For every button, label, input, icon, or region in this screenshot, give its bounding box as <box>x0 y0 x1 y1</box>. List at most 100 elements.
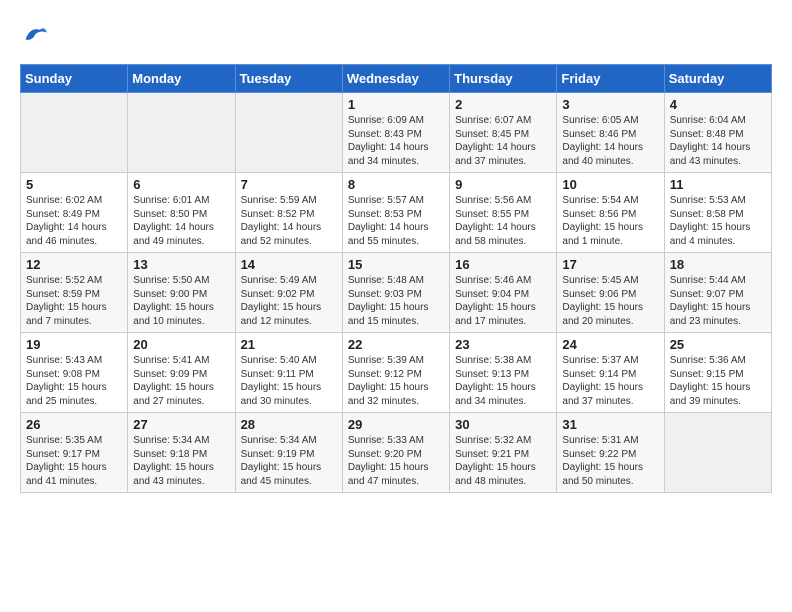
day-number: 28 <box>241 417 337 432</box>
cell-content: Sunrise: 5:37 AMSunset: 9:14 PMDaylight:… <box>562 354 658 408</box>
calendar-cell: 31 Sunrise: 5:31 AMSunset: 9:22 PMDayligh… <box>557 413 664 493</box>
day-number: 5 <box>26 177 122 192</box>
day-number: 23 <box>455 337 551 352</box>
cell-content: Sunrise: 5:53 AMSunset: 8:58 PMDaylight:… <box>670 194 766 248</box>
calendar-cell: 12 Sunrise: 5:52 AMSunset: 8:59 PMDayligh… <box>21 253 128 333</box>
calendar-cell: 25 Sunrise: 5:36 AMSunset: 9:15 PMDayligh… <box>664 333 771 413</box>
cell-content: Sunrise: 5:36 AMSunset: 9:15 PMDaylight:… <box>670 354 766 408</box>
day-number: 6 <box>133 177 229 192</box>
calendar-cell: 13 Sunrise: 5:50 AMSunset: 9:00 PMDayligh… <box>128 253 235 333</box>
calendar-week-row: 5 Sunrise: 6:02 AMSunset: 8:49 PMDaylight… <box>21 173 772 253</box>
cell-content: Sunrise: 5:32 AMSunset: 9:21 PMDaylight:… <box>455 434 551 488</box>
weekday-header: Tuesday <box>235 65 342 93</box>
cell-content: Sunrise: 6:09 AMSunset: 8:43 PMDaylight:… <box>348 114 444 168</box>
cell-content: Sunrise: 5:35 AMSunset: 9:17 PMDaylight:… <box>26 434 122 488</box>
page-header <box>20 20 772 48</box>
cell-content: Sunrise: 5:33 AMSunset: 9:20 PMDaylight:… <box>348 434 444 488</box>
cell-content: Sunrise: 5:34 AMSunset: 9:19 PMDaylight:… <box>241 434 337 488</box>
logo-bird-icon <box>20 20 48 48</box>
calendar-cell: 16 Sunrise: 5:46 AMSunset: 9:04 PMDayligh… <box>450 253 557 333</box>
day-number: 20 <box>133 337 229 352</box>
calendar-cell: 7 Sunrise: 5:59 AMSunset: 8:52 PMDaylight… <box>235 173 342 253</box>
calendar-cell: 26 Sunrise: 5:35 AMSunset: 9:17 PMDayligh… <box>21 413 128 493</box>
cell-content: Sunrise: 5:41 AMSunset: 9:09 PMDaylight:… <box>133 354 229 408</box>
calendar-cell: 29 Sunrise: 5:33 AMSunset: 9:20 PMDayligh… <box>342 413 449 493</box>
calendar-cell: 5 Sunrise: 6:02 AMSunset: 8:49 PMDaylight… <box>21 173 128 253</box>
calendar-cell: 3 Sunrise: 6:05 AMSunset: 8:46 PMDaylight… <box>557 93 664 173</box>
cell-content: Sunrise: 5:49 AMSunset: 9:02 PMDaylight:… <box>241 274 337 328</box>
calendar-cell: 2 Sunrise: 6:07 AMSunset: 8:45 PMDaylight… <box>450 93 557 173</box>
cell-content: Sunrise: 5:50 AMSunset: 9:00 PMDaylight:… <box>133 274 229 328</box>
cell-content: Sunrise: 5:46 AMSunset: 9:04 PMDaylight:… <box>455 274 551 328</box>
cell-content: Sunrise: 5:48 AMSunset: 9:03 PMDaylight:… <box>348 274 444 328</box>
cell-content: Sunrise: 6:04 AMSunset: 8:48 PMDaylight:… <box>670 114 766 168</box>
calendar-table: SundayMondayTuesdayWednesdayThursdayFrid… <box>20 64 772 493</box>
day-number: 25 <box>670 337 766 352</box>
cell-content: Sunrise: 6:02 AMSunset: 8:49 PMDaylight:… <box>26 194 122 248</box>
calendar-week-row: 19 Sunrise: 5:43 AMSunset: 9:08 PMDayligh… <box>21 333 772 413</box>
cell-content: Sunrise: 5:52 AMSunset: 8:59 PMDaylight:… <box>26 274 122 328</box>
cell-content: Sunrise: 5:59 AMSunset: 8:52 PMDaylight:… <box>241 194 337 248</box>
calendar-week-row: 12 Sunrise: 5:52 AMSunset: 8:59 PMDayligh… <box>21 253 772 333</box>
calendar-cell: 17Sunrise: 5:45 AMSunset: 9:06 PMDayligh… <box>557 253 664 333</box>
calendar-cell <box>128 93 235 173</box>
calendar-cell: 18Sunrise: 5:44 AMSunset: 9:07 PMDayligh… <box>664 253 771 333</box>
day-number: 18 <box>670 257 766 272</box>
cell-content: Sunrise: 5:57 AMSunset: 8:53 PMDaylight:… <box>348 194 444 248</box>
calendar-cell: 9Sunrise: 5:56 AMSunset: 8:55 PMDaylight… <box>450 173 557 253</box>
cell-content: Sunrise: 5:43 AMSunset: 9:08 PMDaylight:… <box>26 354 122 408</box>
day-number: 1 <box>348 97 444 112</box>
day-number: 3 <box>562 97 658 112</box>
weekday-header-row: SundayMondayTuesdayWednesdayThursdayFrid… <box>21 65 772 93</box>
cell-content: Sunrise: 5:40 AMSunset: 9:11 PMDaylight:… <box>241 354 337 408</box>
day-number: 21 <box>241 337 337 352</box>
day-number: 12 <box>26 257 122 272</box>
day-number: 13 <box>133 257 229 272</box>
weekday-header: Sunday <box>21 65 128 93</box>
calendar-cell: 15Sunrise: 5:48 AMSunset: 9:03 PMDayligh… <box>342 253 449 333</box>
calendar-week-row: 1 Sunrise: 6:09 AMSunset: 8:43 PMDaylight… <box>21 93 772 173</box>
day-number: 19 <box>26 337 122 352</box>
day-number: 22 <box>348 337 444 352</box>
calendar-cell: 6Sunrise: 6:01 AMSunset: 8:50 PMDaylight… <box>128 173 235 253</box>
weekday-header: Saturday <box>664 65 771 93</box>
calendar-cell: 24 Sunrise: 5:37 AMSunset: 9:14 PMDayligh… <box>557 333 664 413</box>
day-number: 8 <box>348 177 444 192</box>
cell-content: Sunrise: 5:34 AMSunset: 9:18 PMDaylight:… <box>133 434 229 488</box>
cell-content: Sunrise: 5:38 AMSunset: 9:13 PMDaylight:… <box>455 354 551 408</box>
cell-content: Sunrise: 5:39 AMSunset: 9:12 PMDaylight:… <box>348 354 444 408</box>
cell-content: Sunrise: 6:05 AMSunset: 8:46 PMDaylight:… <box>562 114 658 168</box>
day-number: 2 <box>455 97 551 112</box>
calendar-cell <box>21 93 128 173</box>
calendar-cell: 8 Sunrise: 5:57 AMSunset: 8:53 PMDaylight… <box>342 173 449 253</box>
calendar-cell: 10Sunrise: 5:54 AMSunset: 8:56 PMDayligh… <box>557 173 664 253</box>
calendar-week-row: 26 Sunrise: 5:35 AMSunset: 9:17 PMDayligh… <box>21 413 772 493</box>
calendar-cell: 23 Sunrise: 5:38 AMSunset: 9:13 PMDayligh… <box>450 333 557 413</box>
day-number: 27 <box>133 417 229 432</box>
weekday-header: Thursday <box>450 65 557 93</box>
cell-content: Sunrise: 6:07 AMSunset: 8:45 PMDaylight:… <box>455 114 551 168</box>
calendar-cell: 27 Sunrise: 5:34 AMSunset: 9:18 PMDayligh… <box>128 413 235 493</box>
day-number: 29 <box>348 417 444 432</box>
calendar-cell: 21 Sunrise: 5:40 AMSunset: 9:11 PMDayligh… <box>235 333 342 413</box>
calendar-cell: 22 Sunrise: 5:39 AMSunset: 9:12 PMDayligh… <box>342 333 449 413</box>
weekday-header: Wednesday <box>342 65 449 93</box>
weekday-header: Monday <box>128 65 235 93</box>
cell-content: Sunrise: 5:54 AMSunset: 8:56 PMDaylight:… <box>562 194 658 248</box>
day-number: 9 <box>455 177 551 192</box>
day-number: 17 <box>562 257 658 272</box>
calendar-cell: 1 Sunrise: 6:09 AMSunset: 8:43 PMDaylight… <box>342 93 449 173</box>
day-number: 7 <box>241 177 337 192</box>
cell-content: Sunrise: 5:31 AMSunset: 9:22 PMDaylight:… <box>562 434 658 488</box>
calendar-cell: 19 Sunrise: 5:43 AMSunset: 9:08 PMDayligh… <box>21 333 128 413</box>
calendar-cell: 28 Sunrise: 5:34 AMSunset: 9:19 PMDayligh… <box>235 413 342 493</box>
calendar-cell: 11 Sunrise: 5:53 AMSunset: 8:58 PMDayligh… <box>664 173 771 253</box>
day-number: 26 <box>26 417 122 432</box>
day-number: 11 <box>670 177 766 192</box>
calendar-cell: 20 Sunrise: 5:41 AMSunset: 9:09 PMDayligh… <box>128 333 235 413</box>
day-number: 24 <box>562 337 658 352</box>
day-number: 31 <box>562 417 658 432</box>
calendar-cell: 4 Sunrise: 6:04 AMSunset: 8:48 PMDaylight… <box>664 93 771 173</box>
day-number: 16 <box>455 257 551 272</box>
day-number: 4 <box>670 97 766 112</box>
